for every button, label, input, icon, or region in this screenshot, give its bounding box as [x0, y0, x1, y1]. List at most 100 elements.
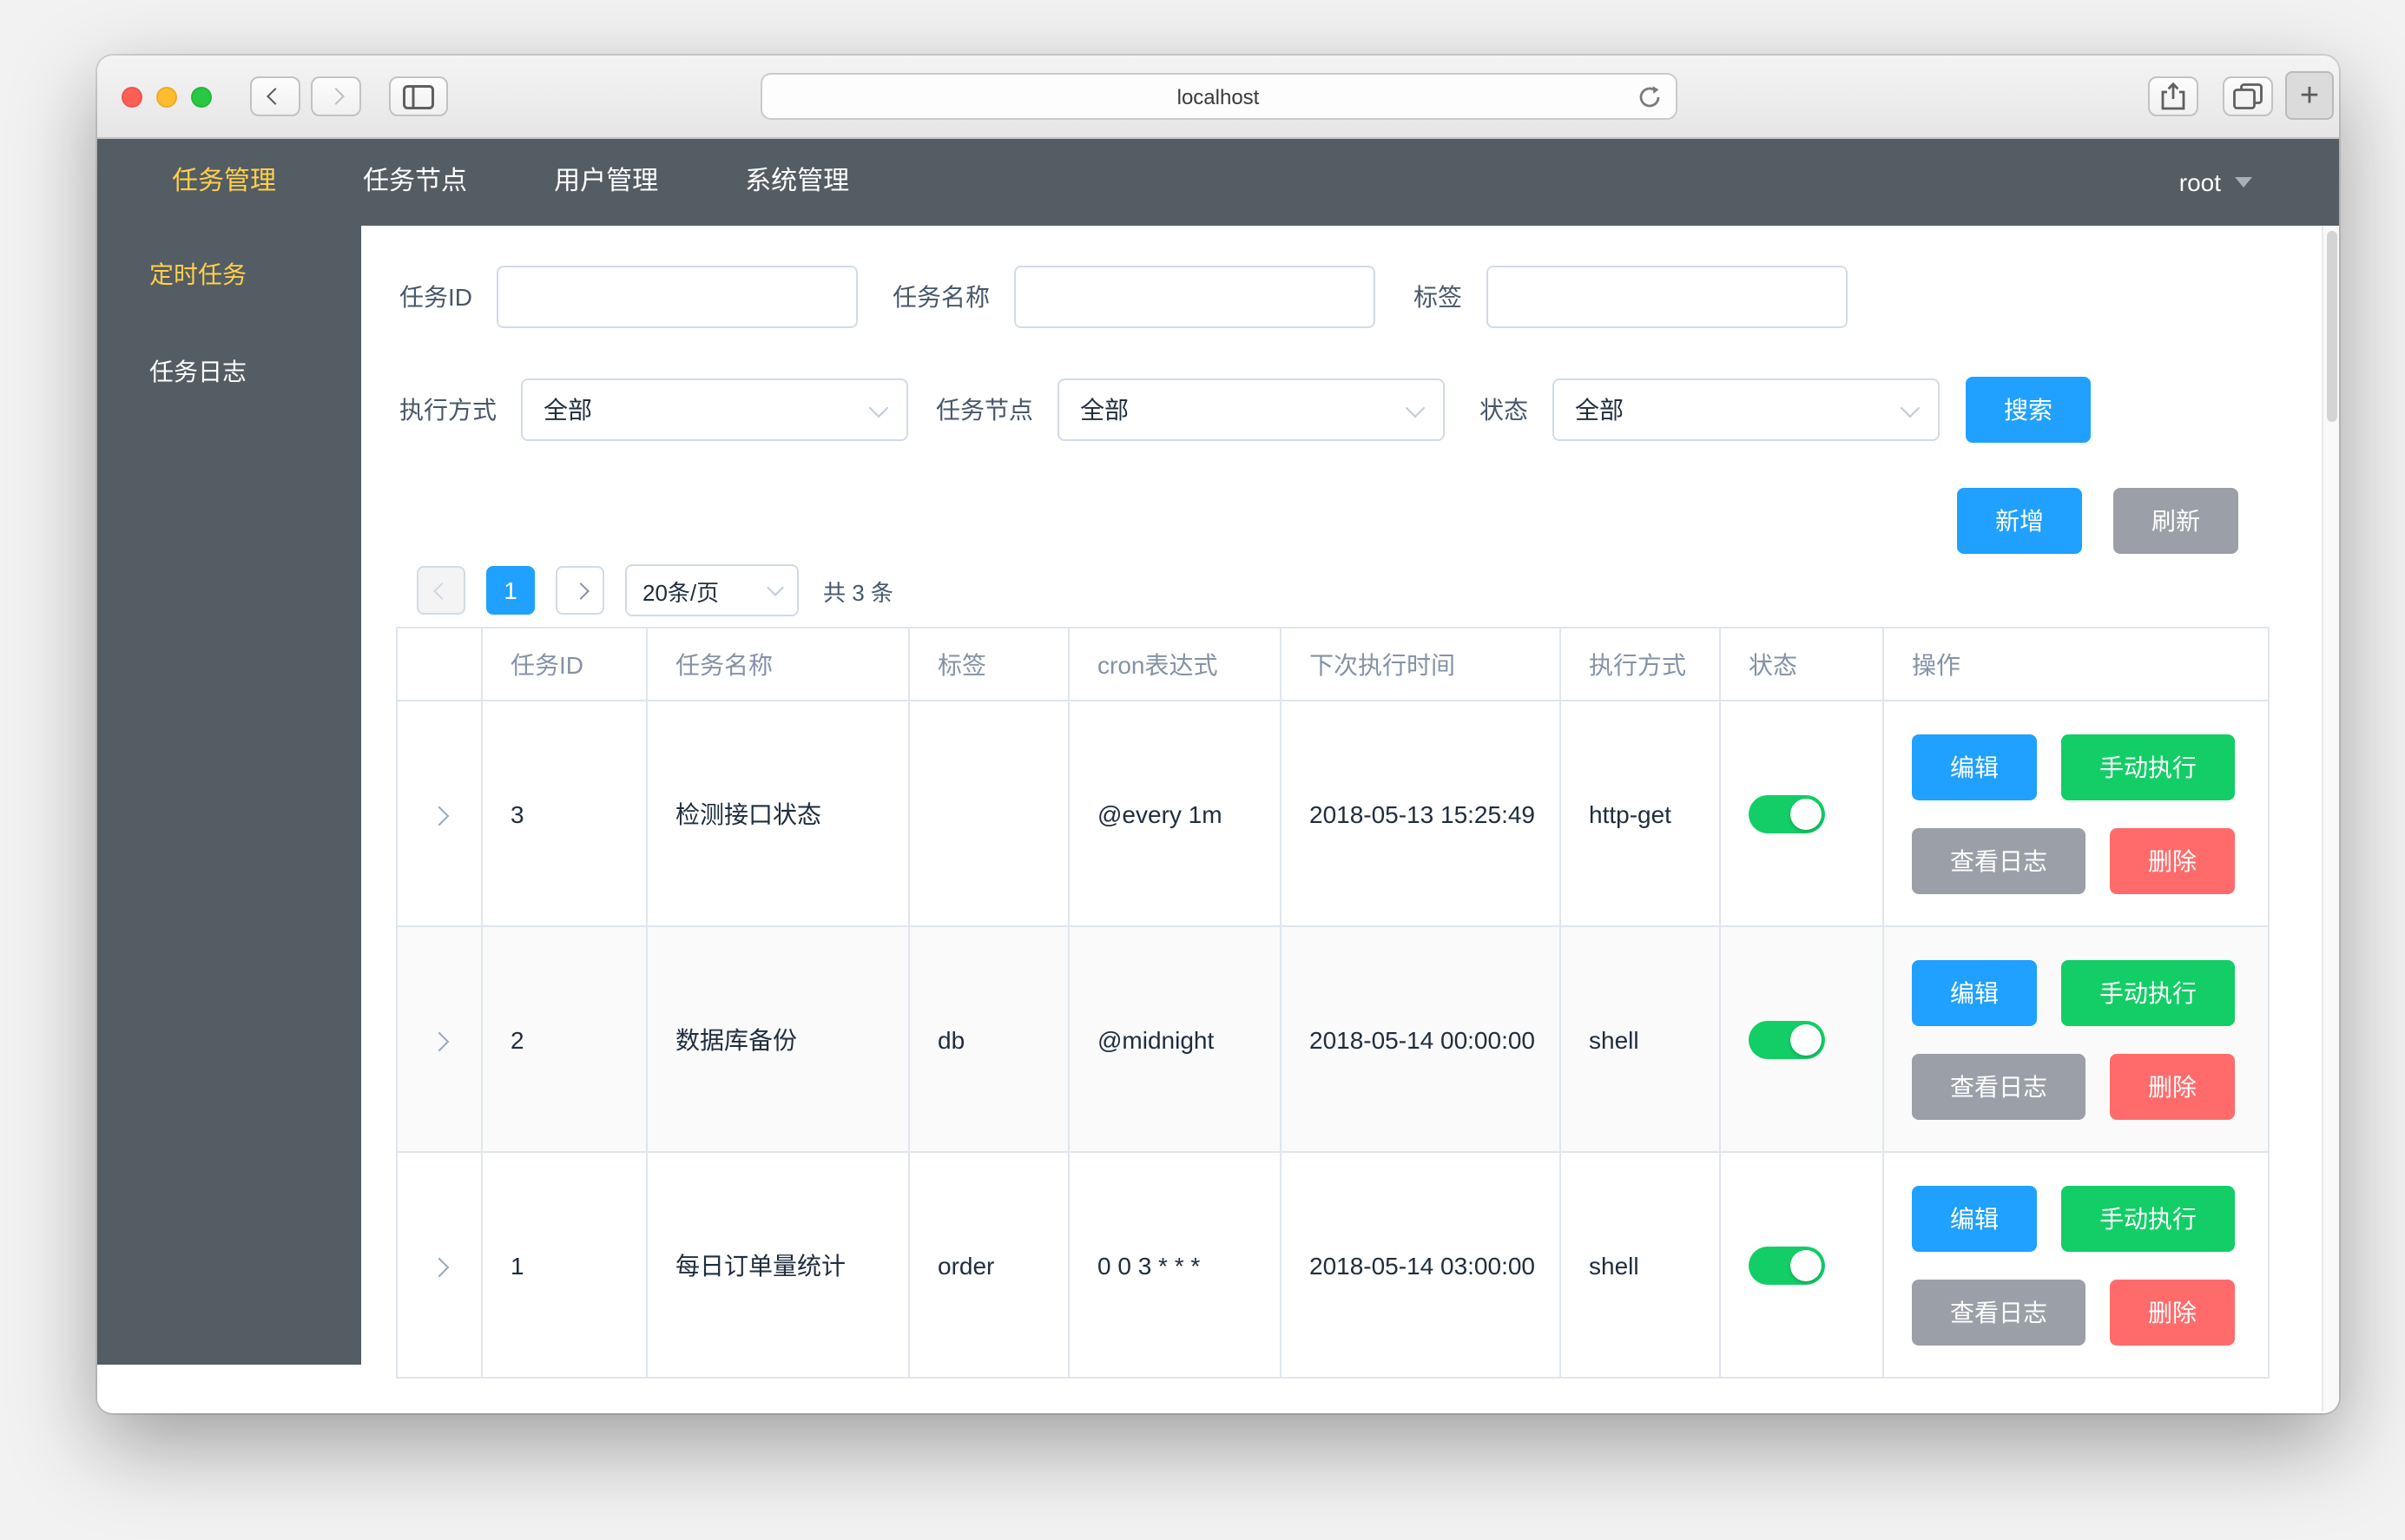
zoom-button[interactable] [191, 86, 212, 107]
toolbar-right [2148, 76, 2273, 116]
tag-input[interactable] [1486, 266, 1848, 328]
expand-row-icon[interactable] [430, 1031, 450, 1051]
edit-button[interactable]: 编辑 [1912, 959, 2037, 1025]
manual-run-button[interactable]: 手动执行 [2061, 734, 2235, 800]
add-task-button[interactable]: 新增 [1957, 488, 2082, 554]
tag-label: 标签 [1413, 280, 1462, 314]
window-controls [122, 86, 212, 107]
edit-button[interactable]: 编辑 [1912, 734, 2037, 800]
cell-task-id: 2 [482, 926, 647, 1152]
app-body: 定时任务 任务日志 任务ID 任务名称 标签 执行方式 [97, 226, 2339, 1412]
page-size-select[interactable]: 20条/页 [625, 564, 799, 616]
manual-run-button[interactable]: 手动执行 [2061, 959, 2235, 1025]
col-header-tag: 标签 [909, 628, 1069, 701]
scrollbar-thumb[interactable] [2327, 231, 2337, 422]
exec-type-label: 执行方式 [399, 392, 497, 427]
total-count: 共 3 条 [823, 574, 893, 607]
cell-next-time: 2018-05-13 15:25:49 [1281, 701, 1560, 926]
browser-window: localhost 任务管理 任务节点 用户管理 系统管理 [97, 56, 2339, 1413]
refresh-button[interactable] [1637, 85, 1661, 115]
nav-item-user-management[interactable]: 用户管理 [511, 139, 702, 226]
share-button[interactable] [2148, 76, 2198, 116]
desktop: localhost 任务管理 任务节点 用户管理 系统管理 [0, 0, 2405, 1540]
sidebar-item-scheduled-tasks[interactable]: 定时任务 [97, 226, 361, 323]
table-row: 3 检测接口状态 @every 1m 2018-05-13 15:25:49 h… [397, 701, 2269, 926]
address-bar[interactable]: localhost [760, 73, 1677, 120]
top-navbar: 任务管理 任务节点 用户管理 系统管理 root [97, 139, 2339, 226]
col-header-next-time: 下次执行时间 [1281, 628, 1560, 701]
new-tab-button[interactable]: + [2285, 71, 2334, 120]
task-id-input[interactable] [497, 266, 858, 328]
user-menu[interactable]: root [2179, 168, 2252, 196]
status-value: 全部 [1575, 392, 1624, 427]
task-node-select[interactable]: 全部 [1058, 378, 1445, 441]
chevron-down-icon [767, 579, 784, 596]
username: root [2179, 168, 2221, 196]
task-name-label: 任务名称 [893, 280, 990, 314]
prev-page-button[interactable] [417, 566, 465, 615]
status-toggle[interactable] [1749, 1020, 1825, 1058]
minimize-button[interactable] [156, 86, 177, 107]
delete-button[interactable]: 删除 [2110, 1279, 2235, 1345]
status-select[interactable]: 全部 [1552, 378, 1940, 441]
nav-item-system-management[interactable]: 系统管理 [702, 139, 893, 226]
table-header-row: 任务ID 任务名称 标签 cron表达式 下次执行时间 执行方式 状态 操作 [397, 628, 2269, 701]
search-button[interactable]: 搜索 [1966, 377, 2091, 443]
web-content: 任务管理 任务节点 用户管理 系统管理 root 定时任务 任务日志 任务ID [97, 139, 2339, 1412]
exec-type-select[interactable]: 全部 [521, 378, 908, 441]
status-label: 状态 [1479, 392, 1528, 427]
col-header-task-name: 任务名称 [647, 628, 909, 701]
sidebar-item-task-logs[interactable]: 任务日志 [97, 323, 361, 420]
view-log-button[interactable]: 查看日志 [1912, 827, 2085, 893]
status-toggle[interactable] [1749, 794, 1825, 833]
cell-task-id: 1 [482, 1152, 647, 1378]
nav-item-task-nodes[interactable]: 任务节点 [320, 139, 511, 226]
chevron-left-icon [432, 582, 450, 599]
manual-run-button[interactable]: 手动执行 [2061, 1185, 2235, 1251]
refresh-list-button[interactable]: 刷新 [2113, 488, 2238, 554]
close-button[interactable] [122, 86, 142, 107]
col-header-expand [397, 628, 482, 701]
cell-task-id: 3 [482, 701, 647, 926]
back-button[interactable] [250, 76, 300, 116]
page-size-value: 20条/页 [642, 574, 719, 607]
expand-row-icon[interactable] [430, 1257, 450, 1277]
filter-row-selects: 执行方式 全部 任务节点 全部 状态 全部 [399, 377, 2339, 443]
delete-button[interactable]: 删除 [2110, 827, 2235, 893]
delete-button[interactable]: 删除 [2110, 1053, 2235, 1119]
cell-cron: 0 0 3 * * * [1069, 1152, 1281, 1378]
sidebar-toggle-button[interactable] [389, 76, 448, 116]
edit-button[interactable]: 编辑 [1912, 1185, 2037, 1251]
forward-button[interactable] [311, 76, 361, 116]
cell-task-name: 检测接口状态 [647, 701, 909, 926]
nav-item-task-management[interactable]: 任务管理 [128, 139, 320, 226]
table-row: 1 每日订单量统计 order 0 0 3 * * * 2018-05-14 0… [397, 1152, 2269, 1378]
status-toggle[interactable] [1749, 1246, 1825, 1284]
cell-tag [909, 701, 1069, 926]
task-id-label: 任务ID [399, 280, 472, 314]
view-log-button[interactable]: 查看日志 [1912, 1279, 2085, 1345]
cell-exec-type: http-get [1560, 701, 1720, 926]
view-log-button[interactable]: 查看日志 [1912, 1053, 2085, 1119]
expand-row-icon[interactable] [430, 806, 450, 826]
cell-next-time: 2018-05-14 03:00:00 [1281, 1152, 1560, 1378]
forward-icon [327, 88, 345, 105]
tabs-overview-button[interactable] [2223, 76, 2273, 116]
history-nav [250, 76, 361, 116]
refresh-icon [1637, 85, 1661, 109]
next-page-button[interactable] [556, 566, 604, 615]
col-header-cron: cron表达式 [1069, 628, 1281, 701]
tabs-icon [2233, 83, 2263, 109]
current-page[interactable]: 1 [486, 566, 535, 615]
tasks-table: 任务ID 任务名称 标签 cron表达式 下次执行时间 执行方式 状态 操作 [396, 627, 2270, 1379]
row-operations: 编辑 手动执行 查看日志 删除 [1912, 1168, 2268, 1362]
task-name-input[interactable] [1014, 266, 1375, 328]
chevron-down-icon [1406, 398, 1426, 418]
chevron-right-icon [571, 582, 589, 599]
pagination: 1 20条/页 共 3 条 [417, 564, 2339, 616]
col-header-task-id: 任务ID [482, 628, 647, 701]
scrollbar[interactable] [2322, 226, 2339, 1412]
cell-task-name: 每日订单量统计 [647, 1152, 909, 1378]
task-node-label: 任务节点 [936, 392, 1033, 427]
col-header-exec-type: 执行方式 [1560, 628, 1720, 701]
